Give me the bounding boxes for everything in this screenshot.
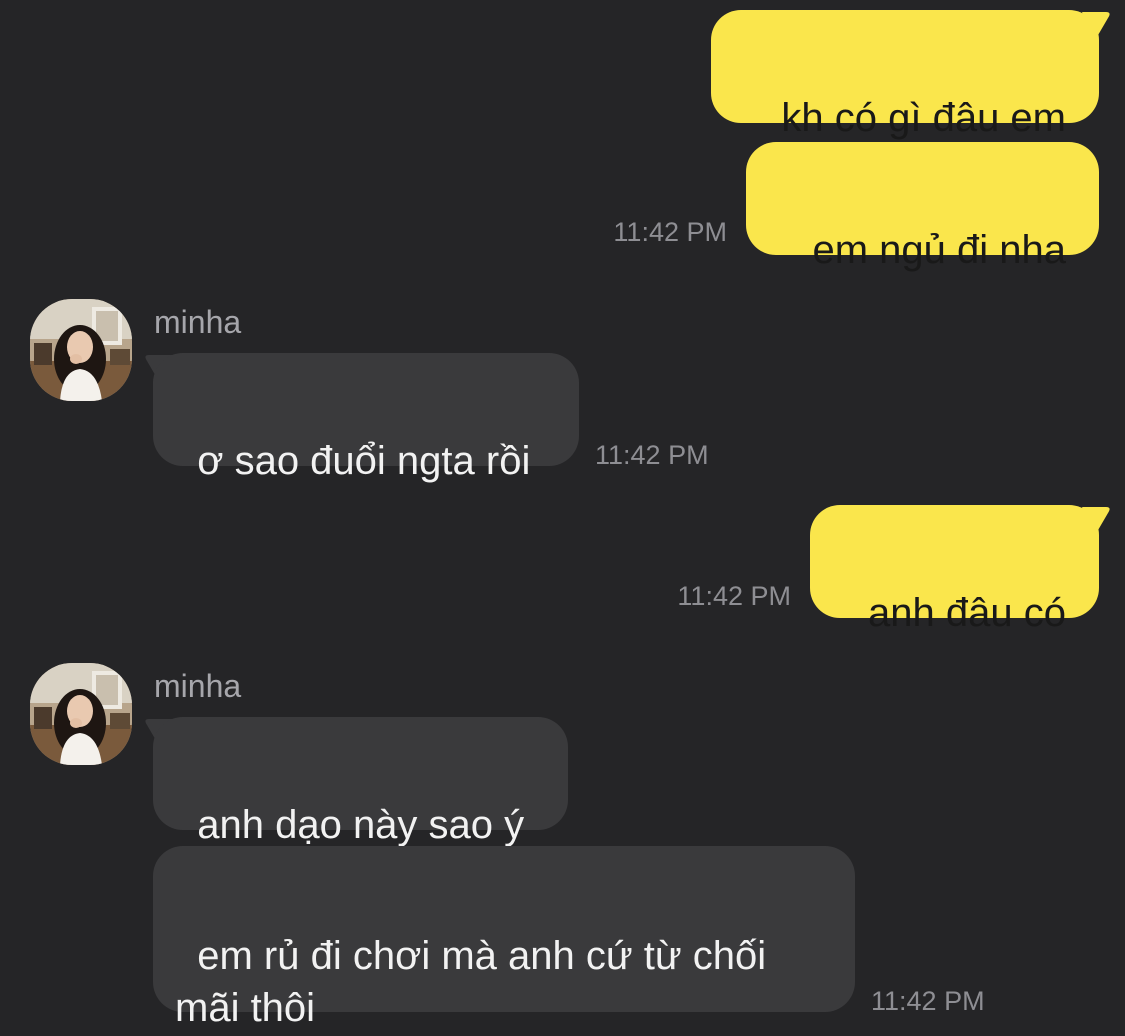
outgoing-message-bubble[interactable]: anh đâu có bbox=[810, 505, 1099, 635]
message-timestamp: 11:42 PM bbox=[677, 581, 791, 611]
message-timestamp: 11:42 PM bbox=[613, 217, 727, 247]
avatar[interactable] bbox=[30, 299, 132, 401]
incoming-message-bubble[interactable]: ơ sao đuổi ngta rồi bbox=[153, 353, 579, 483]
message-timestamp: 11:42 PM bbox=[595, 440, 709, 470]
message-text: ơ sao đuổi ngta rồi bbox=[197, 439, 531, 483]
message-timestamp: 11:42 PM bbox=[871, 986, 985, 1016]
message-text: anh dạo này sao ý bbox=[197, 803, 525, 847]
message-text: em ngủ đi nha bbox=[812, 228, 1066, 272]
outgoing-message-bubble[interactable]: kh có gì đâu em bbox=[711, 10, 1099, 140]
message-text: kh có gì đâu em bbox=[781, 96, 1066, 140]
incoming-message-bubble[interactable]: em rủ đi chơi mà anh cứ từ chối mãi thôi bbox=[153, 846, 855, 1030]
bubble-tail-icon bbox=[1082, 507, 1110, 537]
message-text: anh đâu có bbox=[868, 591, 1066, 635]
profile-photo-icon bbox=[30, 663, 132, 765]
profile-photo-icon bbox=[30, 299, 132, 401]
bubble-tail-icon bbox=[1082, 12, 1110, 42]
outgoing-message-bubble[interactable]: em ngủ đi nha bbox=[746, 142, 1099, 272]
incoming-message-bubble[interactable]: anh dạo này sao ý bbox=[153, 717, 568, 847]
message-text: em rủ đi chơi mà anh cứ từ chối mãi thôi bbox=[175, 934, 767, 1030]
sender-name: minha bbox=[154, 304, 242, 340]
avatar[interactable] bbox=[30, 663, 132, 765]
sender-name: minha bbox=[154, 668, 242, 704]
